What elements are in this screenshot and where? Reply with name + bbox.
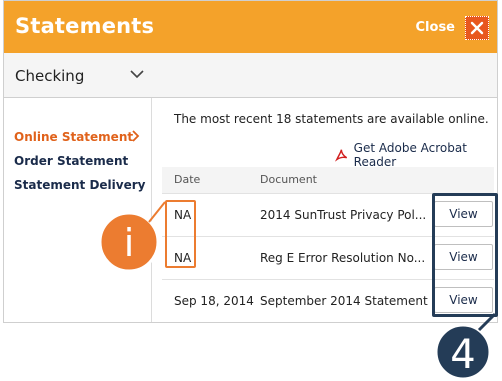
statements-dialog: Statements Close Checking Online Stateme… [3, 0, 498, 323]
row-document: Reg E Error Resolution No... [260, 251, 426, 265]
dialog-header: Statements Close [4, 1, 497, 53]
account-selector[interactable]: Checking [4, 53, 497, 98]
close-icon [470, 21, 484, 35]
step-callout-badge: 4 [434, 312, 497, 381]
sidebar-item-order-statement[interactable]: Order Statement [14, 154, 128, 168]
pdf-icon [335, 148, 348, 162]
dialog-title: Statements [15, 14, 155, 38]
close-label[interactable]: Close [416, 20, 455, 35]
step-callout-text: 4 [450, 332, 475, 378]
acrobat-link-text[interactable]: Get Adobe Acrobat Reader [354, 141, 497, 169]
chevron-right-icon [132, 130, 140, 142]
sidebar-item-statement-delivery[interactable]: Statement Delivery [14, 178, 145, 192]
account-selected-value: Checking [15, 67, 85, 85]
column-header-date: Date [174, 173, 201, 186]
date-highlight-box [165, 200, 196, 268]
column-header-document: Document [260, 173, 317, 186]
table-header: Date Document [162, 167, 494, 194]
sidebar-item-online-statement[interactable]: Online Statement [14, 130, 133, 144]
chevron-down-icon [130, 70, 144, 79]
row-document: 2014 SunTrust Privacy Pol... [260, 208, 427, 222]
view-buttons-highlight-box [432, 193, 498, 317]
acrobat-link[interactable]: Get Adobe Acrobat Reader [335, 141, 497, 169]
statements-intro: The most recent 18 statements are availa… [174, 112, 489, 126]
row-date: Sep 18, 2014 [174, 294, 254, 308]
info-callout-badge: i [98, 201, 166, 273]
info-callout-text: i [124, 221, 135, 265]
row-document: September 2014 Statement [260, 294, 428, 308]
close-button[interactable] [465, 16, 489, 40]
